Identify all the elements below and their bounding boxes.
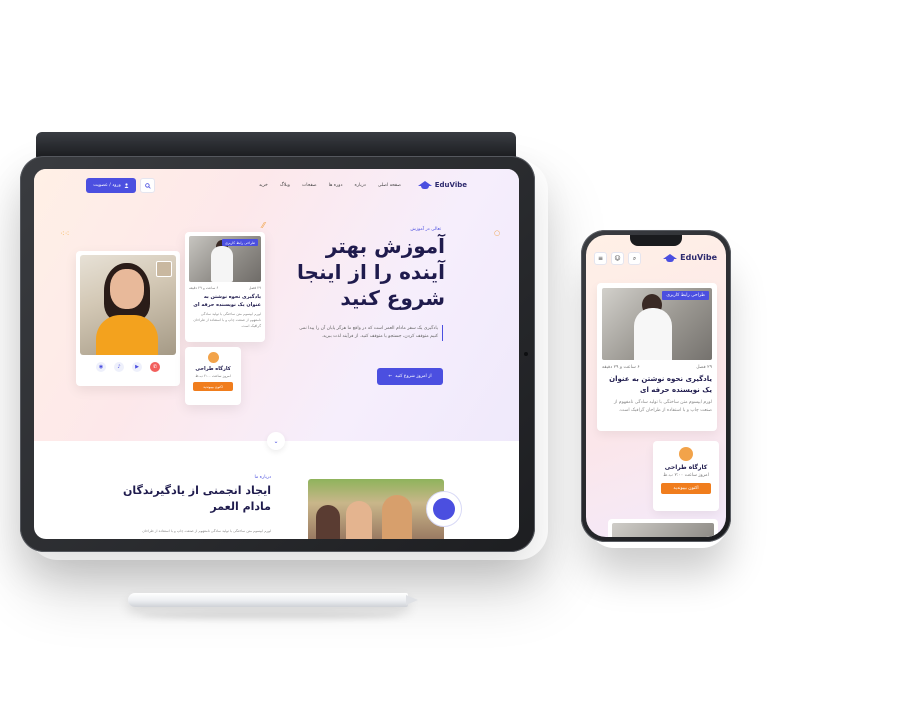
course-description: لورم ایپسوم متن ساختگی با تولید سادگی نا… (193, 312, 261, 328)
call-controls: ◉ ♪ ▶ ✆ (80, 362, 176, 372)
hang-up-icon[interactable]: ✆ (150, 362, 160, 372)
pencil-shadow (140, 612, 400, 620)
hero-description: یادگیری یک سفر مادام العمر است که در واق… (293, 325, 443, 341)
arrow-left-icon: ← (388, 374, 393, 379)
students-photo (308, 479, 444, 539)
workshop-title: کارگاه طراحی (664, 464, 708, 471)
phone-notch (630, 235, 682, 246)
course-duration: ۶ ساعت و ۲۹ دقیقه (602, 365, 640, 370)
logo-text: EduVibe (680, 253, 717, 262)
phone-screen: ≡ ☺ ⌕ EduVibe طراحی رابط کاربری ۲۹ فصل ۶… (586, 235, 726, 537)
next-card-preview (608, 519, 718, 537)
graduation-cap-icon (663, 253, 678, 262)
course-duration: ۶ ساعت و ۲۹ دقیقه (189, 286, 219, 290)
mobile-logo[interactable]: EduVibe (663, 253, 717, 262)
hero-section: EduVibe صفحه اصلی درباره دوره ها صفحات و… (34, 169, 519, 450)
circle-decoration: ○ (494, 229, 501, 237)
camera-icon[interactable]: ◉ (96, 362, 106, 372)
pencil-tip (406, 595, 418, 605)
site-logo[interactable]: EduVibe (417, 181, 467, 189)
nav-item-about[interactable]: درباره (354, 183, 365, 188)
workshop-time: امروز ساعت ۲:۰۰ ب.ظ (663, 473, 709, 478)
avatar (207, 352, 219, 363)
video-icon[interactable]: ▶ (132, 362, 142, 372)
search-button[interactable] (140, 178, 155, 193)
nav-item-shop[interactable]: خرید (259, 183, 268, 188)
scroll-down-button[interactable]: ⌄ (267, 432, 285, 450)
lesson-count: ۲۹ فصل (248, 286, 261, 290)
seal-badge (426, 491, 462, 527)
login-button[interactable]: ورود / عضویت (86, 178, 136, 193)
course-image: طراحی رابط کاربری (189, 236, 261, 282)
course-meta: ۲۹ فصل ۶ ساعت و ۲۹ دقیقه (602, 365, 712, 370)
cta-label: از امروز شروع کنید (395, 374, 432, 379)
course-image: طراحی رابط کاربری (602, 288, 712, 360)
category-badge: طراحی رابط کاربری (221, 239, 258, 246)
top-nav: EduVibe صفحه اصلی درباره دوره ها صفحات و… (34, 169, 519, 205)
mobile-header: ≡ ☺ ⌕ EduVibe (586, 247, 726, 269)
nav-item-courses[interactable]: دوره ها (329, 183, 343, 188)
nav-item-home[interactable]: صفحه اصلی (378, 183, 401, 188)
graduation-cap-icon (417, 181, 432, 189)
user-icon[interactable]: ☺ (611, 252, 624, 265)
logo-text: EduVibe (434, 181, 467, 189)
stylus-pencil (128, 593, 408, 607)
category-badge: طراحی رابط کاربری (662, 291, 709, 300)
hero-subtitle: تعالی در آموزش (410, 227, 441, 232)
search-icon[interactable]: ⌕ (628, 252, 641, 265)
course-title[interactable]: یادگیری نحوه نوشتن به عنوان یک نویسنده ح… (602, 374, 712, 396)
hero-title: آموزش بهتر آینده را از اینجا شروع کنید (297, 234, 445, 310)
tablet-screen: EduVibe صفحه اصلی درباره دوره ها صفحات و… (34, 169, 519, 539)
course-title[interactable]: یادگیری نحوه نوشتن به عنوان یک نویسنده ح… (189, 293, 261, 309)
mobile-workshop-card: کارگاه طراحی امروز ساعت ۲:۰۰ ب.ظ اکنون ب… (653, 441, 719, 511)
hamburger-icon[interactable]: ≡ (594, 252, 607, 265)
tablet-device: EduVibe صفحه اصلی درباره دوره ها صفحات و… (20, 156, 535, 552)
video-call-card: ◉ ♪ ▶ ✆ (76, 251, 180, 386)
mobile-course-card[interactable]: طراحی رابط کاربری ۲۹ فصل ۶ ساعت و ۲۹ دقی… (597, 283, 717, 431)
login-label: ورود / عضویت (93, 183, 121, 188)
workshop-title: کارگاه طراحی (195, 366, 231, 372)
lesson-count: ۲۹ فصل (696, 365, 712, 370)
workshop-card: کارگاه طراحی امروز ساعت ۲:۰۰ ب.ظ اکنون ب… (185, 347, 241, 405)
tablet-camera (524, 352, 528, 356)
nav-item-blog[interactable]: وبلاگ (280, 183, 290, 188)
chevron-down-icon: ⌄ (273, 437, 279, 445)
dots-decoration: ⁖⁖ (60, 229, 70, 238)
tablet-case-top (36, 132, 516, 158)
pip-video (156, 261, 172, 277)
student-photo (80, 255, 176, 355)
about-subtitle: درباره ما (254, 475, 271, 480)
microphone-icon[interactable]: ♪ (114, 362, 124, 372)
main-menu: صفحه اصلی درباره دوره ها صفحات وبلاگ خری… (259, 183, 401, 188)
about-text: لورم ایپسوم متن ساختگی با تولید سادگی نا… (142, 529, 271, 533)
avatar (679, 447, 693, 461)
course-meta: ۲۹ فصل ۶ ساعت و ۲۹ دقیقه (189, 286, 261, 290)
about-title: ایجاد انجمنی از یادگیرندگان مادام العمر (122, 484, 271, 513)
sparkle-decoration: ⁄⁄ (262, 221, 265, 230)
join-now-button[interactable]: اکنون بپیوندید (193, 382, 233, 391)
workshop-time: امروز ساعت ۲:۰۰ ب.ظ (195, 374, 231, 378)
course-card[interactable]: طراحی رابط کاربری ۲۹ فصل ۶ ساعت و ۲۹ دقی… (185, 232, 265, 342)
course-description: لورم ایپسوم متن ساختگی با تولید سادگی نا… (613, 400, 712, 413)
join-now-button[interactable]: اکنون بپیوندید (661, 483, 711, 494)
user-icon (124, 183, 129, 188)
phone-device: ≡ ☺ ⌕ EduVibe طراحی رابط کاربری ۲۹ فصل ۶… (581, 230, 731, 542)
start-today-button[interactable]: از امروز شروع کنید ← (377, 368, 443, 385)
nav-item-pages[interactable]: صفحات (302, 183, 317, 188)
search-icon (144, 182, 151, 189)
